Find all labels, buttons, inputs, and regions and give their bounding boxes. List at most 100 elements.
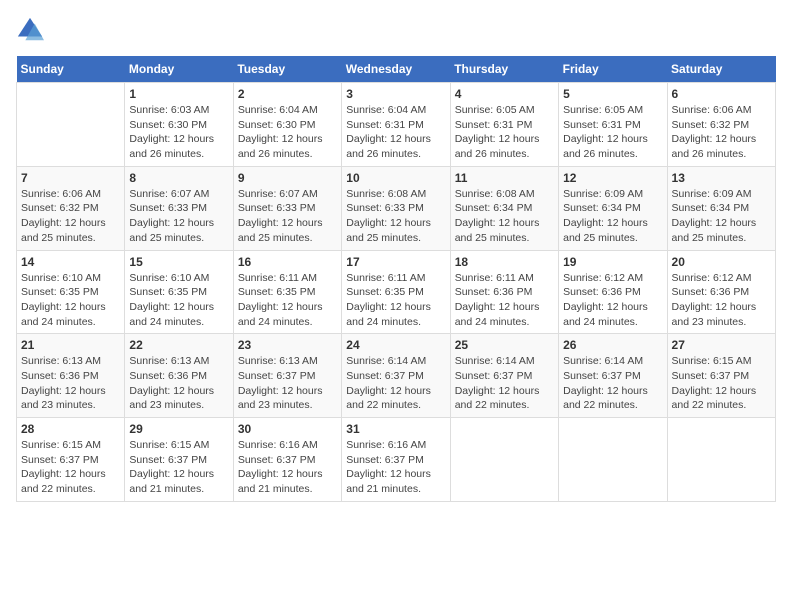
day-number: 31 bbox=[346, 422, 445, 436]
calendar-cell bbox=[559, 418, 667, 502]
day-number: 17 bbox=[346, 255, 445, 269]
day-info: Sunrise: 6:10 AM Sunset: 6:35 PM Dayligh… bbox=[129, 271, 228, 330]
calendar-week-row: 7 Sunrise: 6:06 AM Sunset: 6:32 PM Daylig… bbox=[17, 166, 776, 250]
calendar-cell: 20Sunrise: 6:12 AM Sunset: 6:36 PM Dayli… bbox=[667, 250, 775, 334]
day-number: 5 bbox=[563, 87, 662, 101]
day-number: 6 bbox=[672, 87, 771, 101]
day-info: Sunrise: 6:04 AM Sunset: 6:30 PM Dayligh… bbox=[238, 103, 337, 162]
calendar-body: 1 Sunrise: 6:03 AM Sunset: 6:30 PM Daylig… bbox=[17, 83, 776, 502]
day-number: 27 bbox=[672, 338, 771, 352]
calendar-cell: 5 Sunrise: 6:05 AM Sunset: 6:31 PM Daylig… bbox=[559, 83, 667, 167]
day-of-week-header: Saturday bbox=[667, 56, 775, 83]
calendar-cell: 30 Sunrise: 6:16 AM Sunset: 6:37 PM Dayli… bbox=[233, 418, 341, 502]
day-number: 21 bbox=[21, 338, 120, 352]
calendar-cell: 3Sunrise: 6:04 AM Sunset: 6:31 PM Daylig… bbox=[342, 83, 450, 167]
day-info: Sunrise: 6:16 AM Sunset: 6:37 PM Dayligh… bbox=[238, 438, 337, 497]
day-number: 15 bbox=[129, 255, 228, 269]
calendar-cell: 13Sunrise: 6:09 AM Sunset: 6:34 PM Dayli… bbox=[667, 166, 775, 250]
calendar-cell: 26Sunrise: 6:14 AM Sunset: 6:37 PM Dayli… bbox=[559, 334, 667, 418]
calendar-week-row: 21 Sunrise: 6:13 AM Sunset: 6:36 PM Dayli… bbox=[17, 334, 776, 418]
calendar-cell: 21 Sunrise: 6:13 AM Sunset: 6:36 PM Dayli… bbox=[17, 334, 125, 418]
calendar-cell: 6Sunrise: 6:06 AM Sunset: 6:32 PM Daylig… bbox=[667, 83, 775, 167]
day-info: Sunrise: 6:16 AM Sunset: 6:37 PM Dayligh… bbox=[346, 438, 445, 497]
day-number: 7 bbox=[21, 171, 120, 185]
day-number: 11 bbox=[455, 171, 554, 185]
day-number: 1 bbox=[129, 87, 228, 101]
calendar-cell: 15 Sunrise: 6:10 AM Sunset: 6:35 PM Dayli… bbox=[125, 250, 233, 334]
day-info: Sunrise: 6:15 AM Sunset: 6:37 PM Dayligh… bbox=[129, 438, 228, 497]
day-number: 9 bbox=[238, 171, 337, 185]
calendar-cell: 2Sunrise: 6:04 AM Sunset: 6:30 PM Daylig… bbox=[233, 83, 341, 167]
day-number: 22 bbox=[129, 338, 228, 352]
calendar-cell: 17Sunrise: 6:11 AM Sunset: 6:35 PM Dayli… bbox=[342, 250, 450, 334]
logo bbox=[16, 16, 48, 44]
day-info: Sunrise: 6:15 AM Sunset: 6:37 PM Dayligh… bbox=[672, 354, 771, 413]
day-info: Sunrise: 6:04 AM Sunset: 6:31 PM Dayligh… bbox=[346, 103, 445, 162]
calendar-cell bbox=[450, 418, 558, 502]
day-info: Sunrise: 6:14 AM Sunset: 6:37 PM Dayligh… bbox=[346, 354, 445, 413]
calendar-header-row: SundayMondayTuesdayWednesdayThursdayFrid… bbox=[17, 56, 776, 83]
day-info: Sunrise: 6:11 AM Sunset: 6:35 PM Dayligh… bbox=[238, 271, 337, 330]
day-info: Sunrise: 6:14 AM Sunset: 6:37 PM Dayligh… bbox=[455, 354, 554, 413]
calendar-week-row: 1 Sunrise: 6:03 AM Sunset: 6:30 PM Daylig… bbox=[17, 83, 776, 167]
day-number: 29 bbox=[129, 422, 228, 436]
day-info: Sunrise: 6:08 AM Sunset: 6:33 PM Dayligh… bbox=[346, 187, 445, 246]
day-of-week-header: Tuesday bbox=[233, 56, 341, 83]
day-info: Sunrise: 6:05 AM Sunset: 6:31 PM Dayligh… bbox=[563, 103, 662, 162]
calendar-cell: 23Sunrise: 6:13 AM Sunset: 6:37 PM Dayli… bbox=[233, 334, 341, 418]
day-info: Sunrise: 6:13 AM Sunset: 6:36 PM Dayligh… bbox=[21, 354, 120, 413]
calendar-cell: 29 Sunrise: 6:15 AM Sunset: 6:37 PM Dayli… bbox=[125, 418, 233, 502]
day-of-week-header: Wednesday bbox=[342, 56, 450, 83]
calendar-week-row: 14 Sunrise: 6:10 AM Sunset: 6:35 PM Dayli… bbox=[17, 250, 776, 334]
calendar-week-row: 28 Sunrise: 6:15 AM Sunset: 6:37 PM Dayli… bbox=[17, 418, 776, 502]
calendar-cell: 19 Sunrise: 6:12 AM Sunset: 6:36 PM Dayli… bbox=[559, 250, 667, 334]
day-number: 16 bbox=[238, 255, 337, 269]
calendar-cell: 12Sunrise: 6:09 AM Sunset: 6:34 PM Dayli… bbox=[559, 166, 667, 250]
day-info: Sunrise: 6:14 AM Sunset: 6:37 PM Dayligh… bbox=[563, 354, 662, 413]
day-info: Sunrise: 6:13 AM Sunset: 6:36 PM Dayligh… bbox=[129, 354, 228, 413]
logo-icon bbox=[16, 16, 44, 44]
day-info: Sunrise: 6:08 AM Sunset: 6:34 PM Dayligh… bbox=[455, 187, 554, 246]
calendar-cell: 22 Sunrise: 6:13 AM Sunset: 6:36 PM Dayli… bbox=[125, 334, 233, 418]
calendar-cell: 11 Sunrise: 6:08 AM Sunset: 6:34 PM Dayli… bbox=[450, 166, 558, 250]
day-info: Sunrise: 6:05 AM Sunset: 6:31 PM Dayligh… bbox=[455, 103, 554, 162]
calendar-cell: 16 Sunrise: 6:11 AM Sunset: 6:35 PM Dayli… bbox=[233, 250, 341, 334]
day-info: Sunrise: 6:09 AM Sunset: 6:34 PM Dayligh… bbox=[672, 187, 771, 246]
day-number: 14 bbox=[21, 255, 120, 269]
calendar-cell bbox=[667, 418, 775, 502]
day-number: 23 bbox=[238, 338, 337, 352]
day-info: Sunrise: 6:06 AM Sunset: 6:32 PM Dayligh… bbox=[21, 187, 120, 246]
day-number: 18 bbox=[455, 255, 554, 269]
calendar-cell bbox=[17, 83, 125, 167]
calendar-cell: 4 Sunrise: 6:05 AM Sunset: 6:31 PM Daylig… bbox=[450, 83, 558, 167]
day-number: 10 bbox=[346, 171, 445, 185]
day-number: 20 bbox=[672, 255, 771, 269]
day-info: Sunrise: 6:10 AM Sunset: 6:35 PM Dayligh… bbox=[21, 271, 120, 330]
calendar-cell: 25Sunrise: 6:14 AM Sunset: 6:37 PM Dayli… bbox=[450, 334, 558, 418]
day-number: 4 bbox=[455, 87, 554, 101]
calendar-cell: 10 Sunrise: 6:08 AM Sunset: 6:33 PM Dayli… bbox=[342, 166, 450, 250]
day-info: Sunrise: 6:07 AM Sunset: 6:33 PM Dayligh… bbox=[238, 187, 337, 246]
calendar-cell: 28 Sunrise: 6:15 AM Sunset: 6:37 PM Dayli… bbox=[17, 418, 125, 502]
day-of-week-header: Friday bbox=[559, 56, 667, 83]
day-number: 8 bbox=[129, 171, 228, 185]
calendar-cell: 1 Sunrise: 6:03 AM Sunset: 6:30 PM Daylig… bbox=[125, 83, 233, 167]
page-header bbox=[16, 16, 776, 44]
calendar-cell: 24Sunrise: 6:14 AM Sunset: 6:37 PM Dayli… bbox=[342, 334, 450, 418]
calendar-cell: 18 Sunrise: 6:11 AM Sunset: 6:36 PM Dayli… bbox=[450, 250, 558, 334]
calendar-cell: 27 Sunrise: 6:15 AM Sunset: 6:37 PM Dayli… bbox=[667, 334, 775, 418]
calendar-cell: 8Sunrise: 6:07 AM Sunset: 6:33 PM Daylig… bbox=[125, 166, 233, 250]
day-of-week-header: Monday bbox=[125, 56, 233, 83]
day-of-week-header: Thursday bbox=[450, 56, 558, 83]
day-number: 28 bbox=[21, 422, 120, 436]
day-info: Sunrise: 6:15 AM Sunset: 6:37 PM Dayligh… bbox=[21, 438, 120, 497]
day-info: Sunrise: 6:11 AM Sunset: 6:36 PM Dayligh… bbox=[455, 271, 554, 330]
day-info: Sunrise: 6:09 AM Sunset: 6:34 PM Dayligh… bbox=[563, 187, 662, 246]
calendar-cell: 7 Sunrise: 6:06 AM Sunset: 6:32 PM Daylig… bbox=[17, 166, 125, 250]
calendar-table: SundayMondayTuesdayWednesdayThursdayFrid… bbox=[16, 56, 776, 502]
calendar-cell: 31 Sunrise: 6:16 AM Sunset: 6:37 PM Dayli… bbox=[342, 418, 450, 502]
day-number: 19 bbox=[563, 255, 662, 269]
day-info: Sunrise: 6:03 AM Sunset: 6:30 PM Dayligh… bbox=[129, 103, 228, 162]
day-number: 30 bbox=[238, 422, 337, 436]
day-info: Sunrise: 6:12 AM Sunset: 6:36 PM Dayligh… bbox=[563, 271, 662, 330]
